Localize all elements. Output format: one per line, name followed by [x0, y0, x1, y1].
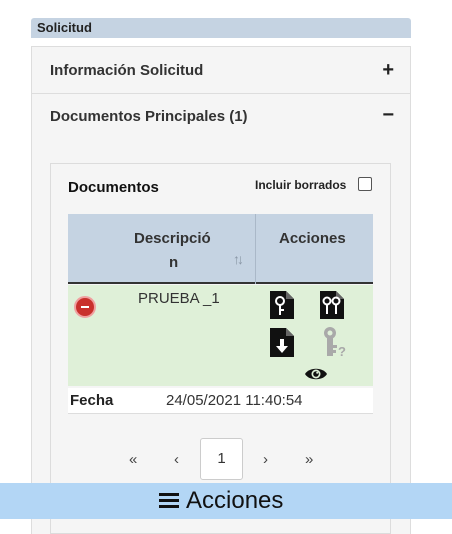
accordion-documentos-principales[interactable]: Documentos Principales (1) − — [31, 93, 411, 141]
menu-icon[interactable] — [159, 493, 179, 509]
sort-icon[interactable]: ↑↓ — [233, 251, 244, 267]
date-value: 24/05/2021 11:40:54 — [166, 392, 303, 409]
column-header-description[interactable]: Descripció n — [68, 214, 256, 284]
page-button-current[interactable]: 1 — [200, 438, 243, 480]
next-page-button[interactable]: › — [263, 451, 268, 468]
actions-menu-label[interactable]: Acciones — [186, 487, 283, 515]
column-label-part: Descripció — [134, 230, 211, 247]
accordion-title: Documentos Principales (1) — [50, 108, 248, 125]
collapse-icon[interactable]: − — [382, 105, 394, 125]
include-deleted-label: Incluir borrados — [255, 178, 347, 192]
download-document-icon[interactable] — [268, 326, 296, 359]
multi-signed-document-icon[interactable] — [318, 289, 346, 321]
verify-signature-icon[interactable]: ? — [320, 325, 348, 359]
column-label-part: n — [169, 254, 179, 271]
expand-icon[interactable]: + — [382, 60, 394, 80]
section-header: Solicitud — [31, 18, 411, 38]
view-icon[interactable] — [304, 366, 328, 382]
accordion-informacion-solicitud[interactable]: Información Solicitud + — [31, 46, 411, 94]
documents-title: Documentos — [68, 179, 159, 196]
accordion-title: Información Solicitud — [50, 62, 204, 79]
prev-page-button[interactable]: ‹ — [174, 451, 179, 468]
signed-document-icon[interactable] — [268, 289, 296, 321]
include-deleted-checkbox[interactable] — [358, 177, 372, 191]
column-header-actions: Acciones — [279, 230, 346, 247]
remove-icon[interactable] — [74, 296, 96, 318]
last-page-button[interactable]: » — [305, 451, 313, 468]
document-description: PRUEBA _1 — [138, 290, 220, 307]
svg-text:?: ? — [338, 344, 346, 359]
date-label: Fecha — [70, 392, 114, 409]
first-page-button[interactable]: « — [129, 451, 137, 468]
